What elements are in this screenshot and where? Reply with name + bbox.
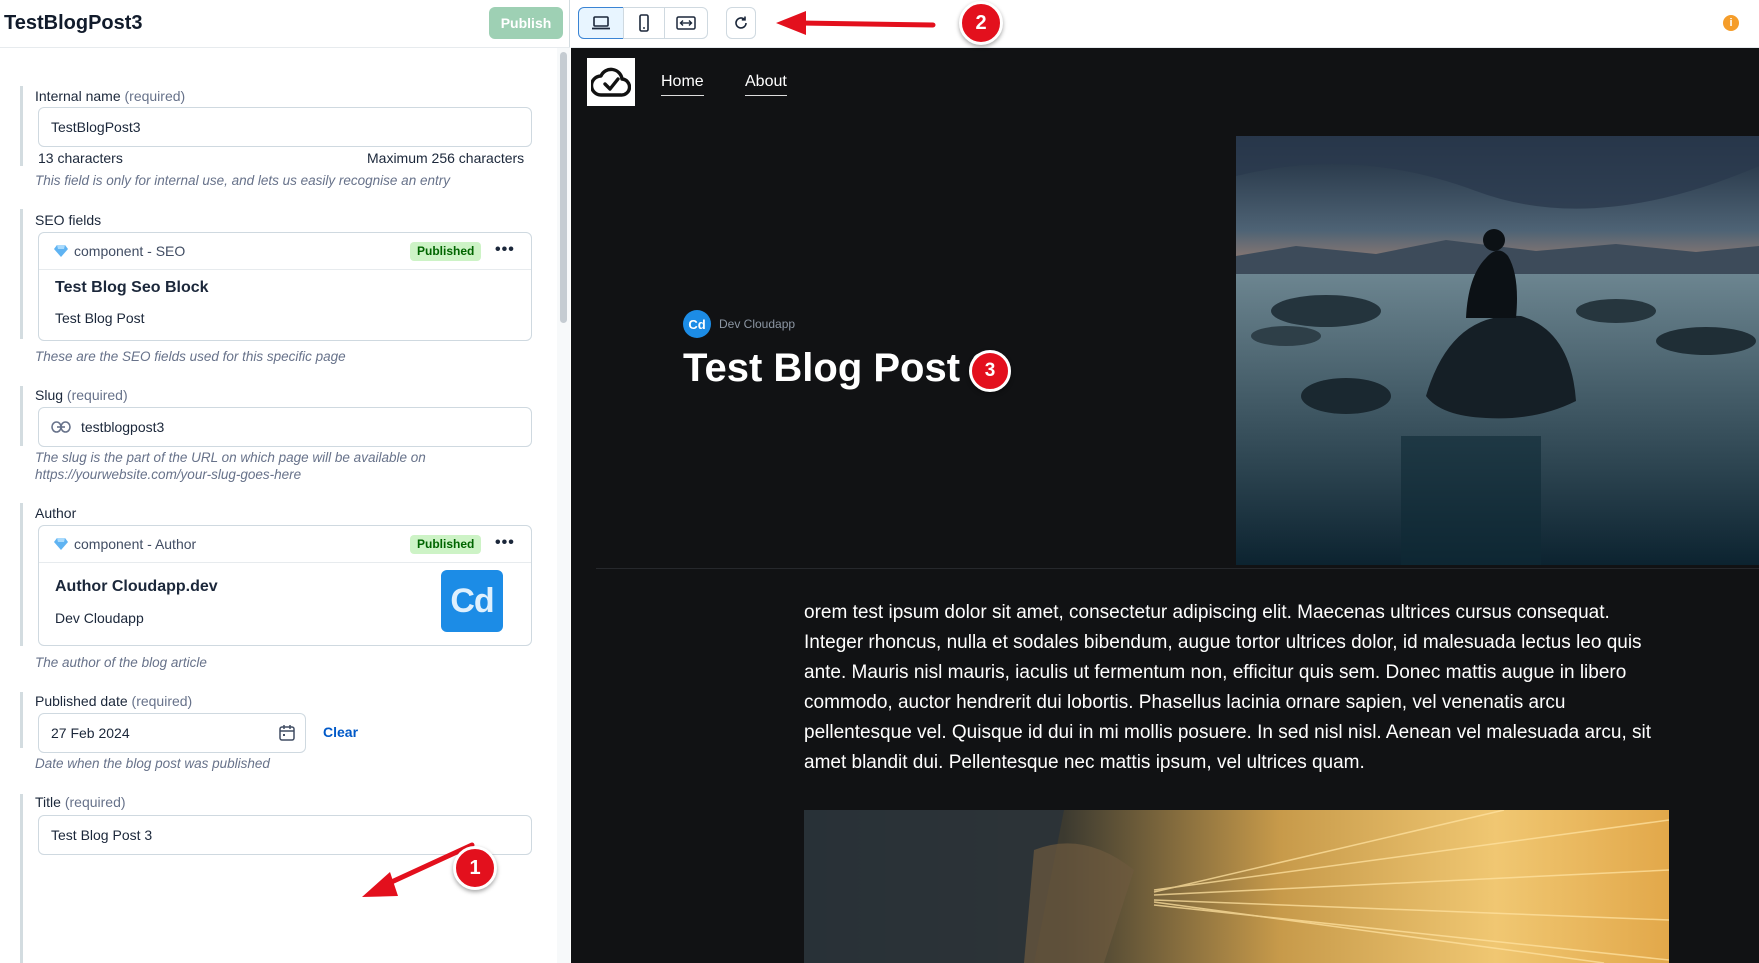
- entry-editor: TestBlogPost3 Publish Internal name (req…: [0, 0, 570, 963]
- title-label-text: Title: [35, 794, 61, 810]
- resize-icon: [676, 16, 696, 30]
- slug-value: testblogpost3: [81, 419, 165, 435]
- laptop-icon: [592, 16, 610, 30]
- published-date-help: Date when the blog post was published: [35, 756, 270, 771]
- section-divider: [596, 568, 1759, 569]
- internal-name-input[interactable]: TestBlogPost3: [38, 107, 532, 147]
- desktop-view-button[interactable]: [578, 7, 624, 39]
- gem-icon: [54, 538, 68, 550]
- mobile-view-button[interactable]: [623, 7, 665, 39]
- field-accent-seo: [20, 209, 23, 339]
- required-tag: (required): [124, 88, 186, 104]
- author-name: Dev Cloudapp: [719, 317, 796, 331]
- seo-reference-card[interactable]: component - SEO Published ••• Test Blog …: [38, 232, 532, 341]
- nav-home-link[interactable]: Home: [661, 73, 704, 96]
- field-accent-slug: [20, 386, 23, 446]
- hero-image: [1236, 136, 1759, 565]
- preview-toolbar: [571, 0, 1759, 48]
- required-tag: (required): [66, 387, 128, 403]
- step-marker-1: 1: [453, 846, 497, 890]
- link-icon: [51, 421, 71, 433]
- author-card-type: component - Author: [54, 536, 196, 552]
- published-date-label: Published date (required): [35, 693, 192, 709]
- calendar-button[interactable]: [268, 713, 306, 753]
- refresh-icon: [735, 16, 747, 29]
- seo-fields-label: SEO fields: [35, 212, 102, 228]
- required-tag: (required): [131, 693, 193, 709]
- scrollbar-thumb[interactable]: [560, 52, 567, 323]
- author-reference-card[interactable]: component - Author Published ••• Author …: [38, 525, 532, 646]
- published-date-label-text: Published date: [35, 693, 128, 709]
- post-image: [804, 810, 1669, 963]
- gem-icon: [54, 245, 68, 257]
- seo-card-subtitle: Test Blog Post: [55, 310, 145, 326]
- slug-input[interactable]: testblogpost3: [38, 407, 532, 447]
- info-badge[interactable]: i: [1723, 15, 1739, 31]
- entry-title: TestBlogPost3: [4, 12, 143, 34]
- internal-name-label-text: Internal name: [35, 88, 121, 104]
- calendar-icon: [278, 725, 295, 741]
- author-card-title: Author Cloudapp.dev: [55, 578, 218, 595]
- author-card-subtitle: Dev Cloudapp: [55, 610, 144, 626]
- field-accent-author: [20, 503, 23, 646]
- seo-card-title: Test Blog Seo Block: [55, 279, 209, 296]
- slug-label: Slug (required): [35, 387, 128, 403]
- author-avatar: Cd: [683, 310, 711, 338]
- mobile-icon: [639, 14, 649, 32]
- status-badge: Published: [410, 242, 482, 261]
- live-preview: Home About Cd Dev Cloudapp Test Blog Pos…: [571, 48, 1759, 963]
- responsive-view-button[interactable]: [664, 7, 708, 39]
- post-author: Cd Dev Cloudapp: [683, 310, 795, 338]
- step-marker-3: 3: [969, 350, 1011, 392]
- author-card-type-text: component - Author: [74, 536, 197, 552]
- character-count: 13 characters: [38, 150, 123, 166]
- post-body: orem test ipsum dolor sit amet, consecte…: [804, 602, 1652, 773]
- title-label: Title (required): [35, 794, 126, 810]
- clear-date-link[interactable]: Clear: [323, 724, 358, 740]
- slug-help-line1: The slug is the part of the URL on which…: [35, 450, 426, 465]
- title-input[interactable]: Test Blog Post 3: [38, 815, 532, 855]
- required-tag: (required): [64, 794, 126, 810]
- author-card-header: component - Author Published •••: [39, 526, 531, 563]
- seo-card-header: component - SEO Published •••: [39, 233, 531, 270]
- more-actions-icon[interactable]: •••: [495, 535, 515, 551]
- published-date-input[interactable]: 27 Feb 2024: [38, 713, 275, 753]
- nav-about-link[interactable]: About: [745, 73, 787, 96]
- field-accent-published-date: [20, 692, 23, 748]
- seo-card-type-text: component - SEO: [74, 243, 186, 259]
- field-accent-title: [20, 794, 23, 963]
- app-window: TestBlogPost3 Publish Internal name (req…: [0, 0, 1759, 963]
- internal-name-label: Internal name (required): [35, 88, 185, 104]
- editor-header: TestBlogPost3 Publish: [0, 0, 570, 48]
- slug-label-text: Slug: [35, 387, 64, 403]
- field-accent-internal-name: [20, 86, 23, 166]
- post-title: Test Blog Post 3: [683, 346, 994, 390]
- slug-help-line2: https://yourwebsite.com/your-slug-goes-h…: [35, 467, 302, 482]
- max-characters: Maximum 256 characters: [367, 150, 525, 166]
- author-help: The author of the blog article: [35, 655, 207, 670]
- site-logo[interactable]: [587, 58, 635, 106]
- refresh-preview-button[interactable]: [726, 7, 756, 39]
- cloud-check-icon: [591, 67, 631, 97]
- publish-button[interactable]: Publish: [489, 7, 563, 39]
- seo-help: These are the SEO fields used for this s…: [35, 349, 346, 364]
- author-thumbnail-text: Cd: [450, 581, 494, 620]
- author-label: Author: [35, 505, 77, 521]
- step-marker-2: 2: [959, 1, 1003, 45]
- author-thumbnail: Cd: [441, 570, 503, 632]
- more-actions-icon[interactable]: •••: [495, 242, 515, 258]
- seo-card-type: component - SEO: [54, 243, 185, 259]
- internal-name-help: This field is only for internal use, and…: [35, 173, 450, 188]
- status-badge: Published: [410, 535, 482, 554]
